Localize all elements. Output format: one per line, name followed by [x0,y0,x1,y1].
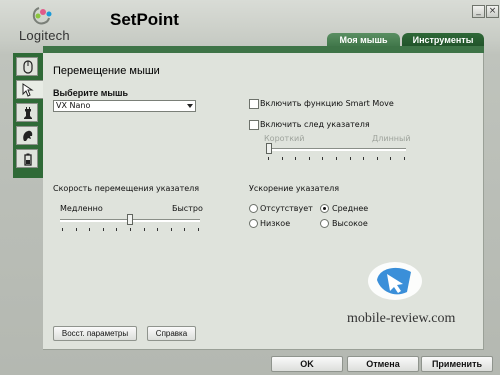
select-mouse-label: Выберите мышь [53,88,129,98]
logitech-logo-icon [32,7,52,25]
slider-tick [363,157,365,160]
game-icon [23,130,33,141]
selected-mouse-value: VX Nano [56,101,91,110]
sidebar-item-gaming[interactable] [16,126,38,145]
slider-tick [184,228,186,231]
slider-tick [143,228,145,231]
apply-button[interactable]: Применить [421,356,493,372]
slider-tick [404,157,405,160]
trail-min-label: Короткий [264,134,305,143]
slider-tick [62,228,63,231]
close-button[interactable]: × [486,5,499,18]
slider-tick [336,157,337,160]
accel-label-high: Высокое [332,219,368,228]
sidebar-item-battery[interactable] [16,149,38,168]
restore-defaults-button[interactable]: Восст. параметры [53,326,137,341]
slider-tick [281,157,283,160]
slider-tick [198,228,199,231]
speed-slider-thumb[interactable] [127,214,133,225]
logo-text: Logitech [19,28,70,43]
smart-move-label: Включить функцию Smart Move [260,99,394,108]
ok-button[interactable]: OK [271,356,343,372]
trail-slider-thumb[interactable] [266,143,272,154]
slider-tick [376,157,378,160]
slider-tick [170,228,172,231]
speed-title: Скорость перемещения указателя [53,184,200,193]
setpoint-window: Logitech SetPoint _ × Моя мышь Инструмен… [0,0,500,375]
sidebar-item-games[interactable] [16,103,38,122]
slider-tick [390,157,392,160]
slider-tick [102,228,104,231]
tab-band [43,46,484,53]
category-sidebar [13,53,43,178]
sidebar-item-mouse[interactable] [16,57,38,76]
slider-tick [157,228,159,231]
slider-tick [130,228,131,231]
acceleration-title: Ускорение указателя [249,184,340,193]
sidebar-item-pointer[interactable] [16,80,43,99]
slider-tick [116,228,118,231]
accel-label-low: Низкое [260,219,291,228]
accel-radio-high[interactable] [320,219,329,228]
smart-move-checkbox[interactable] [249,99,259,109]
slider-tick [268,157,269,160]
accel-label-none: Отсутствует [260,204,313,213]
accel-label-medium: Среднее [332,204,369,213]
app-title: SetPoint [110,10,179,29]
section-title: Перемещение мыши [53,65,160,77]
chevron-down-icon [187,104,193,108]
cancel-button[interactable]: Отмена [347,356,419,372]
mouse-select[interactable]: VX Nano [53,100,196,112]
pointer-trail-checkbox[interactable] [249,120,259,130]
accel-radio-none[interactable] [249,204,258,213]
slider-tick [322,157,324,160]
pointer-trail-label: Включить след указателя [260,120,370,129]
speed-max-label: Быстро [172,204,203,213]
accel-radio-low[interactable] [249,219,258,228]
slider-tick [349,157,351,160]
chess-icon [24,107,32,119]
trail-max-label: Длинный [372,134,411,143]
cursor-icon [22,83,34,97]
minimize-button[interactable]: _ [472,5,485,18]
speed-min-label: Медленно [60,204,103,213]
slider-tick [308,157,310,160]
watermark-text: mobile-review.com [347,311,456,326]
accel-radio-medium[interactable] [320,204,329,213]
slider-tick [295,157,297,160]
slider-tick [89,228,91,231]
mobile-review-logo-icon [368,262,422,300]
help-button[interactable]: Справка [147,326,196,341]
battery-icon [24,153,32,166]
slider-tick [75,228,77,231]
mouse-icon [23,60,33,74]
trail-slider-track[interactable] [266,148,406,151]
